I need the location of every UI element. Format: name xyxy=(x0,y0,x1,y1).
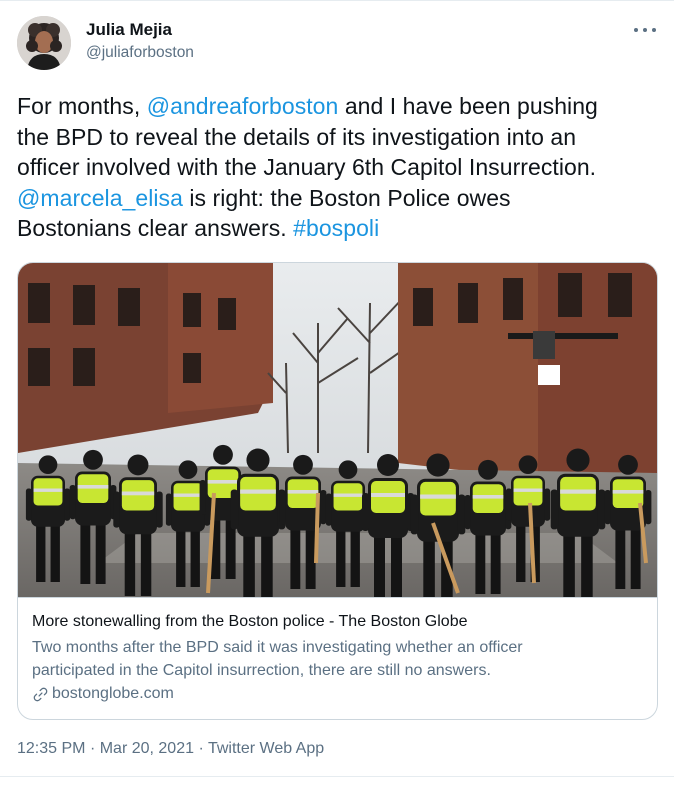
meta-separator: · xyxy=(198,740,204,757)
top-divider xyxy=(0,0,674,1)
card-description-line: Two months after the BPD said it was inv… xyxy=(32,639,523,656)
bottom-divider xyxy=(0,776,674,777)
more-dot-icon xyxy=(634,28,638,32)
meta-separator: · xyxy=(89,740,96,757)
tweet-text-line: the BPD to reveal the details of its inv… xyxy=(17,122,662,153)
more-dot-icon xyxy=(652,28,656,32)
card-description: Two months after the BPD said it was inv… xyxy=(32,636,647,682)
tweet-text-line: @marcela_elisa is right: the Boston Poli… xyxy=(17,183,662,214)
mention-link[interactable]: @marcela_elisa xyxy=(17,185,183,211)
tweet-text-line: For months, @andreaforboston and I have … xyxy=(17,91,662,122)
tweet-text-segment: and I have been pushing xyxy=(338,93,598,119)
profile-photo-icon xyxy=(17,16,71,70)
more-dot-icon xyxy=(643,28,647,32)
card-divider xyxy=(18,597,657,598)
link-card[interactable]: More stonewalling from the Boston police… xyxy=(17,262,658,720)
card-title[interactable]: More stonewalling from the Boston police… xyxy=(32,613,468,631)
card-image xyxy=(18,263,657,597)
tweet-time: 12:35 PM xyxy=(17,740,86,757)
avatar[interactable] xyxy=(17,16,71,70)
tweet-source-link[interactable]: Twitter Web App xyxy=(208,740,324,757)
tweet-text-segment: officer involved with the January 6th Ca… xyxy=(17,154,597,180)
hashtag-link[interactable]: #bospoli xyxy=(293,215,379,241)
tweet-text-segment: Bostonians clear answers. xyxy=(17,215,294,241)
tweet-text-line: officer involved with the January 6th Ca… xyxy=(17,152,662,183)
tweet-text-segment: the BPD to reveal the details of its inv… xyxy=(17,123,577,150)
tweet-text-segment: is right: the Boston Police owes xyxy=(182,184,511,211)
card-domain[interactable]: bostonglobe.com xyxy=(32,685,174,703)
mention-link[interactable]: @andreaforboston xyxy=(147,93,339,119)
author-handle[interactable]: @juliaforboston xyxy=(86,44,194,62)
tweet-meta: 12:35 PM · Mar 20, 2021 · Twitter Web Ap… xyxy=(17,740,324,758)
tweet-text-segment: For months, xyxy=(17,93,147,119)
card-description-line: participated in the Capitol insurrection… xyxy=(32,662,491,679)
more-options-button[interactable] xyxy=(634,20,656,40)
card-domain-text: bostonglobe.com xyxy=(52,685,174,702)
tweet-text: For months, @andreaforboston and I have … xyxy=(17,91,662,244)
tweet-time-link[interactable]: 12:35 PM · Mar 20, 2021 xyxy=(17,740,194,757)
author-name[interactable]: Julia Mejia xyxy=(86,20,172,40)
tweet-text-line: Bostonians clear answers. #bospoli xyxy=(17,213,662,244)
tweet-date: Mar 20, 2021 xyxy=(99,740,194,757)
link-icon xyxy=(33,687,48,701)
